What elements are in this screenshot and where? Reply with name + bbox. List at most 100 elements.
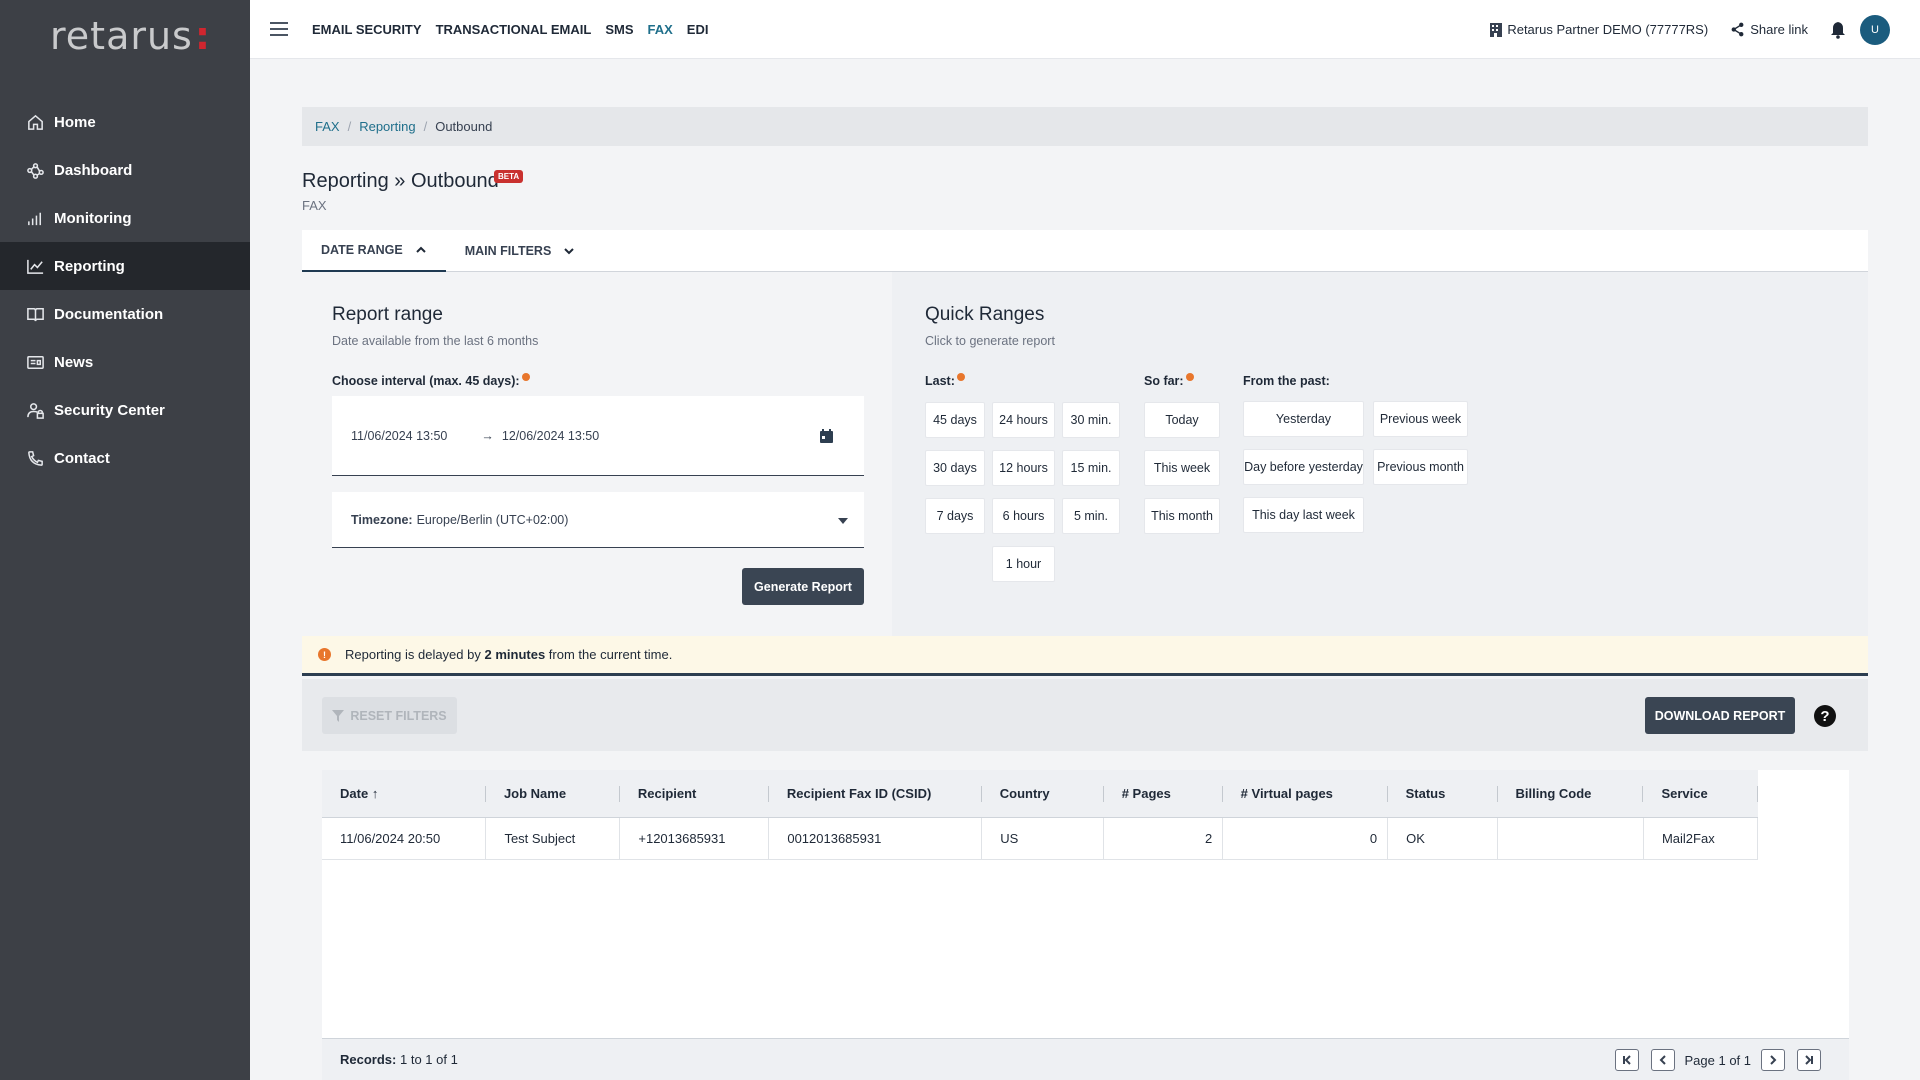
reset-filters-button[interactable]: RESET FILTERS	[322, 697, 457, 734]
sidebar-item-reporting[interactable]: Reporting	[0, 242, 250, 290]
menu-icon[interactable]	[270, 18, 288, 40]
quick-range-12-hours[interactable]: 12 hours	[992, 450, 1055, 486]
nav-fax[interactable]: FAX	[648, 22, 673, 37]
beta-badge: BETA	[494, 170, 524, 183]
first-page-button[interactable]	[1614, 1049, 1639, 1071]
quick-range-45-days[interactable]: 45 days	[925, 402, 985, 438]
cell-job-name: Test Subject	[485, 817, 621, 860]
sidebar-item-documentation[interactable]: Documentation	[0, 290, 250, 338]
news-icon	[25, 352, 45, 372]
col-job-name[interactable]: Job Name	[485, 770, 620, 818]
cell-billing-code	[1497, 817, 1644, 860]
quick-range-24-hours[interactable]: 24 hours	[992, 402, 1055, 438]
records-value: 1 to 1 of 1	[399, 1052, 458, 1067]
share-link-button[interactable]: Share link	[1730, 22, 1808, 37]
breadcrumb-fax[interactable]: FAX	[315, 119, 340, 134]
chevron-left-icon	[1659, 1055, 1666, 1065]
breadcrumb: FAX / Reporting / Outbound	[302, 107, 1868, 146]
quick-ranges-subtitle: Click to generate report	[925, 334, 1055, 348]
cell-country: US	[981, 817, 1105, 860]
cell-virtual-pages: 0	[1222, 817, 1389, 860]
next-page-button[interactable]	[1761, 1049, 1785, 1071]
quick-ranges-section: Quick Ranges Click to generate report La…	[892, 272, 1868, 636]
quick-ranges-title: Quick Ranges	[925, 304, 1045, 325]
tab-label: DATE RANGE	[321, 243, 403, 257]
quick-range-today[interactable]: Today	[1144, 402, 1220, 438]
chevron-down-icon	[564, 248, 575, 255]
download-report-button[interactable]: DOWNLOAD REPORT	[1645, 697, 1795, 734]
cell-recipient: +12013685931	[619, 817, 770, 860]
quick-range-30-min[interactable]: 30 min.	[1062, 402, 1120, 438]
logo-dot: :	[194, 14, 212, 58]
sidebar-item-monitoring[interactable]: Monitoring	[0, 194, 250, 242]
quick-range-7-days[interactable]: 7 days	[925, 498, 985, 534]
sidebar-item-label: Home	[54, 113, 96, 131]
quick-range-this-day-last-week[interactable]: This day last week	[1243, 497, 1364, 533]
monitoring-icon	[25, 208, 45, 228]
cell-pages: 2	[1103, 817, 1224, 860]
tab-main-filters[interactable]: MAIN FILTERS	[446, 230, 595, 272]
col-date[interactable]: Date ↑	[322, 770, 486, 818]
sidebar-item-dashboard[interactable]: Dashboard	[0, 146, 250, 194]
sidebar-item-security-center[interactable]: Security Center	[0, 386, 250, 434]
quick-range-previous-week[interactable]: Previous week	[1373, 401, 1468, 437]
page-indicator: Page 1 of 1	[1684, 1052, 1752, 1068]
col-service[interactable]: Service	[1643, 770, 1758, 818]
col-billing-code[interactable]: Billing Code	[1497, 770, 1644, 818]
nav-transactional-email[interactable]: TRANSACTIONAL EMAIL	[436, 22, 592, 37]
col-service-label: Service	[1661, 785, 1708, 801]
report-table: Date ↑ Job Name Recipient Recipient Fax …	[322, 770, 1849, 1080]
topbar: EMAIL SECURITY TRANSACTIONAL EMAIL SMS F…	[250, 0, 1920, 59]
quick-range-yesterday[interactable]: Yesterday	[1243, 401, 1364, 437]
so-far-label: So far:	[1144, 373, 1194, 388]
quick-range-day-before-yesterday[interactable]: Day before yesterday	[1243, 449, 1364, 485]
help-icon[interactable]: ?	[1814, 705, 1836, 727]
col-recipient-fax-id[interactable]: Recipient Fax ID (CSID)	[768, 770, 982, 818]
last-page-icon	[1805, 1055, 1813, 1065]
col-status[interactable]: Status	[1387, 770, 1498, 818]
quick-range-6-hours[interactable]: 6 hours	[992, 498, 1055, 534]
quick-range-5-min[interactable]: 5 min.	[1062, 498, 1120, 534]
nav-edi[interactable]: EDI	[687, 22, 709, 37]
last-page-button[interactable]	[1797, 1049, 1821, 1071]
col-pages[interactable]: # Pages	[1103, 770, 1223, 818]
table-row[interactable]: 11/06/2024 20:50 Test Subject +120136859…	[322, 817, 1759, 860]
quick-range-this-month[interactable]: This month	[1144, 498, 1220, 534]
quick-range-1-hour[interactable]: 1 hour	[992, 546, 1055, 582]
generate-report-button[interactable]: Generate Report	[742, 568, 864, 605]
page-title: Reporting » Outbound	[302, 170, 499, 192]
timezone-select[interactable]: Timezone: Europe/Berlin (UTC+02:00)	[332, 492, 864, 548]
date-range-input[interactable]: 11/06/2024 13:50 → 12/06/2024 13:50	[332, 396, 864, 476]
col-recipient[interactable]: Recipient	[619, 770, 769, 818]
col-country[interactable]: Country	[981, 770, 1104, 818]
filter-tabs: DATE RANGE MAIN FILTERS	[302, 230, 1868, 272]
tab-date-range[interactable]: DATE RANGE	[302, 230, 446, 272]
notice-prefix: Reporting is delayed by	[345, 647, 481, 662]
sidebar-item-news[interactable]: News	[0, 338, 250, 386]
quick-range-15-min[interactable]: 15 min.	[1062, 450, 1120, 486]
breadcrumb-reporting[interactable]: Reporting	[359, 119, 415, 134]
calendar-icon[interactable]	[819, 428, 834, 444]
cell-recipient-fax-id: 0012013685931	[768, 817, 983, 860]
product-nav: EMAIL SECURITY TRANSACTIONAL EMAIL SMS F…	[312, 22, 722, 37]
avatar[interactable]: U	[1860, 14, 1890, 45]
nav-sms[interactable]: SMS	[605, 22, 633, 37]
retarus-logo[interactable]: retarus:	[50, 14, 211, 58]
topbar-right: Retarus Partner DEMO (77777RS) Share lin…	[1489, 0, 1890, 59]
sidebar-item-label: Contact	[54, 449, 110, 467]
bell-icon[interactable]	[1830, 21, 1846, 39]
sidebar-item-contact[interactable]: Contact	[0, 434, 250, 482]
org-selector[interactable]: Retarus Partner DEMO (77777RS)	[1489, 22, 1708, 38]
cell-date: 11/06/2024 20:50	[322, 817, 487, 860]
col-virtual-pages[interactable]: # Virtual pages	[1222, 770, 1388, 818]
sidebar-item-label: Documentation	[54, 305, 164, 323]
nav-email-security[interactable]: EMAIL SECURITY	[312, 22, 422, 37]
sidebar-item-home[interactable]: Home	[0, 98, 250, 146]
quick-range-this-week[interactable]: This week	[1144, 450, 1220, 486]
delay-notice: ! Reporting is delayed by 2 minutes from…	[302, 636, 1868, 676]
quick-range-30-days[interactable]: 30 days	[925, 450, 985, 486]
quick-range-previous-month[interactable]: Previous month	[1373, 449, 1468, 485]
prev-page-button[interactable]	[1650, 1049, 1675, 1071]
dashboard-icon	[25, 160, 45, 180]
last-label: Last:	[925, 373, 965, 388]
